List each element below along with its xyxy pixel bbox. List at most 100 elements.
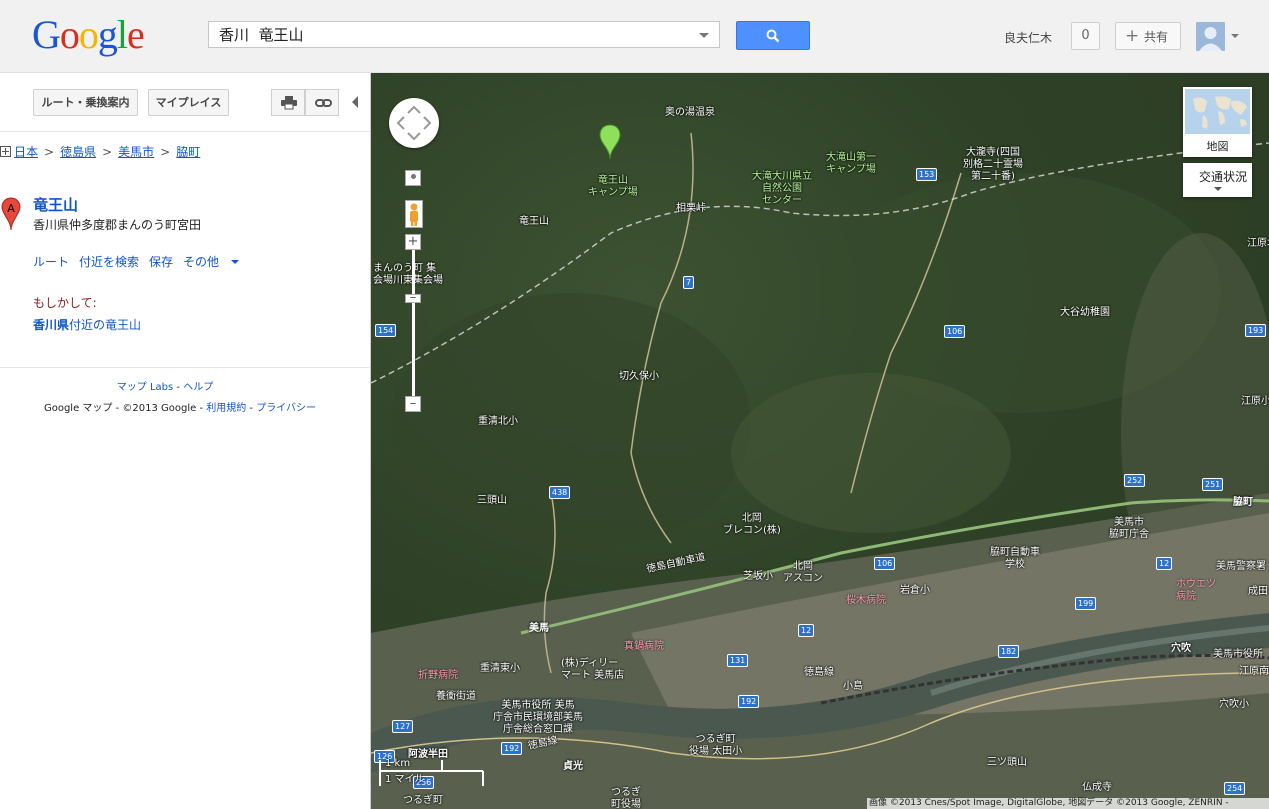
zoom-out-button[interactable]: – <box>405 396 421 412</box>
help-link[interactable]: ヘルプ <box>183 382 213 393</box>
route-shield[interactable]: 153 <box>916 168 938 181</box>
route-shield[interactable]: 106 <box>874 557 896 570</box>
route-shield[interactable]: 106 <box>944 325 966 338</box>
route-shield[interactable]: 154 <box>375 324 397 337</box>
camp-label[interactable]: 竜王山 キャンプ場 <box>588 175 638 199</box>
avatar[interactable] <box>1196 22 1225 51</box>
nearby-search-link[interactable]: 付近を検索 <box>79 255 139 269</box>
expand-icon[interactable] <box>0 146 11 157</box>
my-places-button[interactable]: マイプレイス <box>148 89 229 116</box>
map-label[interactable]: 三ツ頭山 <box>987 757 1027 769</box>
map-label[interactable]: つるぎ町 <box>403 795 443 807</box>
map-canvas[interactable]: 奥の湯温泉 相栗峠 大瀧寺(四国 別格二十霊場 第二十番) 竜王山 まんのう町 … <box>371 73 1269 809</box>
breadcrumb-mima[interactable]: 美馬市 <box>118 145 154 159</box>
map-label[interactable]: 美馬市役所 美馬 庁舎市民環境部美馬 庁舎総合窓口課 <box>493 700 583 736</box>
route-shield[interactable]: 193 <box>1245 324 1267 337</box>
map-label[interactable]: 竜王山 <box>519 216 549 228</box>
map-label[interactable]: 芝坂小 <box>743 571 773 583</box>
breadcrumb-japan[interactable]: 日本 <box>14 145 38 159</box>
route-shield[interactable]: 7 <box>683 276 695 289</box>
map-label[interactable]: 重清北小 <box>478 416 518 428</box>
route-link[interactable]: ルート <box>33 255 69 269</box>
more-link[interactable]: その他 <box>183 255 249 269</box>
search-button[interactable] <box>736 21 810 50</box>
map-label[interactable]: 三頭山 <box>477 495 507 507</box>
pegman-button[interactable] <box>405 200 423 228</box>
route-shield[interactable]: 251 <box>1202 478 1224 491</box>
home-dot-button[interactable] <box>405 170 421 186</box>
park-label[interactable]: 大滝大川県立 自然公園 センター <box>752 171 812 207</box>
search-dropdown-icon[interactable] <box>699 33 709 38</box>
save-link[interactable]: 保存 <box>149 255 173 269</box>
map-label[interactable]: 江原南 <box>1239 666 1269 678</box>
route-shield[interactable]: 12 <box>1156 557 1173 570</box>
labs-link[interactable]: マップ Labs <box>117 382 173 393</box>
breadcrumb-wakimachi[interactable]: 脇町 <box>176 145 200 159</box>
map-label[interactable]: 北岡 ブレコン(株) <box>723 513 781 537</box>
terms-link[interactable]: 利用規約 <box>206 403 246 414</box>
route-shield[interactable]: 199 <box>1075 597 1097 610</box>
map-label[interactable]: 奥の湯温泉 <box>665 107 715 119</box>
map-label[interactable]: 養衝街道 <box>436 691 476 703</box>
link-button[interactable] <box>305 89 339 116</box>
hospital-label[interactable]: 折野病院 <box>418 670 458 682</box>
google-logo[interactable]: Google <box>32 10 145 60</box>
privacy-link[interactable]: プライバシー <box>256 403 316 414</box>
print-button[interactable] <box>271 89 305 116</box>
route-shield[interactable]: 438 <box>549 486 571 499</box>
map-label[interactable]: 穴吹小 <box>1219 699 1249 711</box>
share-button[interactable]: + 共有 <box>1115 22 1181 50</box>
zoom-slider[interactable] <box>412 250 415 404</box>
route-shield[interactable]: 252 <box>1124 474 1146 487</box>
map-label[interactable]: 相栗峠 <box>676 203 706 215</box>
route-shield[interactable]: 182 <box>998 645 1020 658</box>
zoom-in-button[interactable]: + <box>405 234 421 250</box>
map-label[interactable]: 徳島線 <box>804 667 834 679</box>
map-label[interactable]: 仏成寺 <box>1082 782 1112 794</box>
map-label[interactable]: 脇町自動車 学校 <box>990 547 1040 571</box>
directions-button[interactable]: ルート・乗換案内 <box>33 89 138 116</box>
map-label[interactable]: 脇町 <box>1233 497 1253 509</box>
notification-count[interactable]: 0 <box>1071 22 1100 50</box>
map-label[interactable]: まんのう町 集 会場川東集会場 <box>373 263 443 287</box>
map-label[interactable]: 貞光 <box>563 761 583 773</box>
route-shield[interactable]: 254 <box>1224 782 1246 795</box>
chevron-down-icon[interactable] <box>1231 34 1239 38</box>
route-shield[interactable]: 12 <box>798 624 815 637</box>
zoom-slider-handle[interactable]: – <box>405 291 421 304</box>
map-label[interactable]: 江原北小 <box>1247 238 1269 250</box>
route-shield[interactable]: 127 <box>392 720 414 733</box>
map-label[interactable]: 美馬市 脇町庁舎 <box>1109 517 1149 541</box>
pan-control[interactable] <box>389 98 439 148</box>
route-shield[interactable]: 192 <box>738 695 760 708</box>
map-label[interactable]: 美馬警察署 <box>1216 561 1266 573</box>
map-label[interactable]: (株)ディリー マート 美馬店 <box>561 658 624 682</box>
map-label[interactable]: 大谷幼稚園 <box>1060 307 1110 319</box>
user-name[interactable]: 良夫仁木 <box>1004 29 1052 46</box>
result-title[interactable]: 竜王山 <box>33 194 78 215</box>
map-label[interactable]: 穴吹 <box>1171 643 1191 655</box>
traffic-button[interactable]: 交通状況 <box>1183 163 1252 197</box>
hospital-label[interactable]: 桜木病院 <box>846 595 886 607</box>
map-label[interactable]: 北岡 アスコン <box>783 561 823 585</box>
map-label[interactable]: 大瀧寺(四国 別格二十霊場 第二十番) <box>963 147 1023 183</box>
map-label[interactable]: 岩倉小 <box>900 585 930 597</box>
collapse-panel-icon[interactable] <box>352 96 358 108</box>
map-label[interactable]: つるぎ町 役場 太田小 <box>689 734 742 758</box>
suggestion-link[interactable]: 香川県付近の竜王山 <box>33 316 141 333</box>
map-label[interactable]: 成田 <box>1248 586 1268 598</box>
map-label[interactable]: つるぎ 町役場 <box>611 787 641 809</box>
map-type-button[interactable]: 地図 <box>1183 87 1252 157</box>
search-input[interactable] <box>209 22 699 47</box>
map-marker-icon[interactable]: A <box>1 197 21 231</box>
route-shield[interactable]: 192 <box>501 742 523 755</box>
map-label[interactable]: 切久保小 <box>619 371 659 383</box>
map-label[interactable]: 江原小 <box>1241 396 1269 408</box>
map-label[interactable]: 重清東小 <box>480 663 520 675</box>
route-shield[interactable]: 131 <box>727 654 749 667</box>
hospital-label[interactable]: 真鍋病院 <box>624 641 664 653</box>
map-label[interactable]: 美馬 <box>529 623 549 635</box>
breadcrumb-tokushima[interactable]: 徳島県 <box>60 145 96 159</box>
hospital-label[interactable]: ホウエツ 病院 <box>1176 579 1216 603</box>
map-label[interactable]: 美馬市役所 <box>1213 649 1263 661</box>
